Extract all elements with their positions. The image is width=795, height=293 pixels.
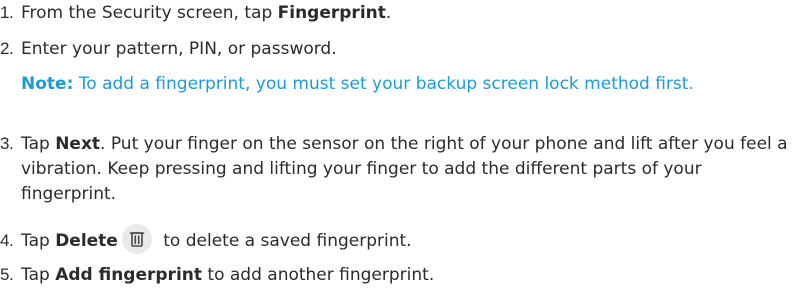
step-3: 3. Tap Next. Put your finger on the senso… — [0, 131, 791, 207]
step-text-end: . — [385, 3, 392, 23]
step-text: From the Security screen, tap — [21, 3, 278, 23]
step-text-end: . Put your finger on the sensor on the r… — [21, 134, 788, 204]
trash-icon — [121, 224, 152, 254]
step-number: 4. — [0, 231, 14, 250]
step-1: 1. From the Security screen, tap Fingerpr… — [0, 0, 791, 26]
ui-term-fingerprint: Fingerprint — [277, 3, 386, 23]
step-number: 3. — [0, 134, 14, 153]
ui-term-next: Next — [55, 134, 101, 154]
step-number: 1. — [0, 3, 14, 22]
step-5: 5. Tap Add fingerprint to add another fin… — [0, 262, 791, 288]
step-text: Tap — [21, 231, 56, 251]
step-number: 2. — [0, 39, 14, 58]
step-4: 4. Tap Delete to delete a saved fingerpri… — [0, 224, 791, 256]
step-number: 5. — [0, 265, 14, 284]
note-text: To add a fingerprint, you must set your … — [73, 74, 694, 94]
ui-term-delete: Delete — [55, 231, 118, 251]
step-text-end: to add another fingerprint. — [202, 265, 435, 285]
step-text: Tap — [21, 265, 56, 285]
note-label: Note: — [21, 74, 74, 94]
instruction-list: 1. From the Security screen, tap Fingerpr… — [0, 0, 795, 293]
note: Note: To add a fingerprint, you must set… — [21, 72, 773, 97]
step-text-end: to delete a saved fingerprint. — [157, 231, 412, 251]
step-text: Tap — [21, 134, 56, 154]
step-2: 2. Enter your pattern, PIN, or password. — [0, 36, 791, 62]
ui-term-add-fingerprint: Add fingerprint — [55, 265, 202, 285]
step-text: Enter your pattern, PIN, or password. — [21, 39, 337, 59]
